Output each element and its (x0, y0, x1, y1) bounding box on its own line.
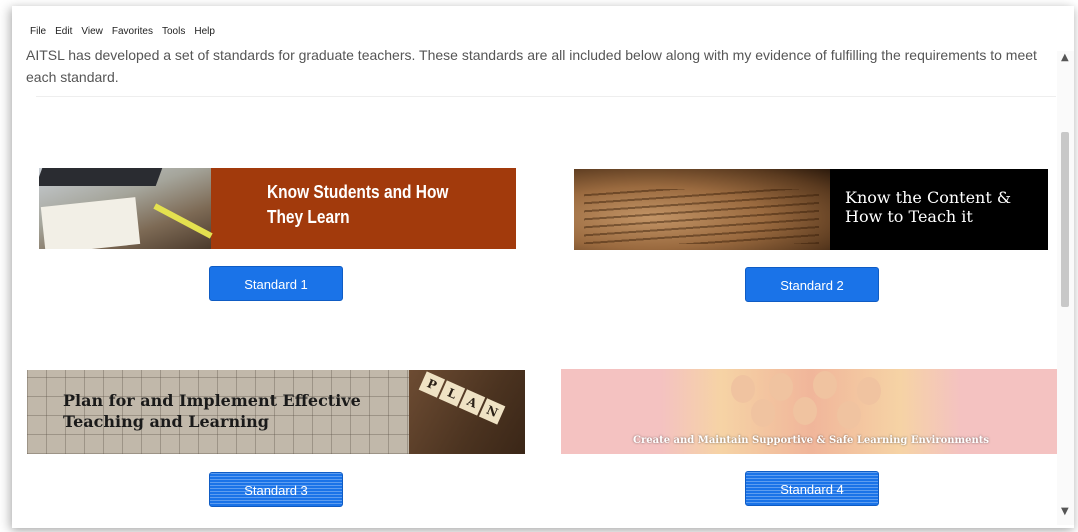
child-face (751, 399, 775, 427)
child-face (857, 377, 881, 405)
standard-1-button[interactable]: Standard 1 (209, 266, 343, 301)
chevron-up-icon[interactable]: ▲ (1061, 52, 1069, 63)
standard-2-button[interactable]: Standard 2 (745, 267, 879, 302)
child-face (793, 397, 817, 425)
banner-title: Know the Content & How to Teach it (845, 188, 1012, 226)
laptop-image (39, 168, 163, 186)
child-face (837, 401, 861, 429)
menu-bar: File Edit View Favorites Tools Help (30, 26, 215, 40)
child-face (731, 375, 755, 403)
banner-photo-desk (39, 168, 213, 249)
banner-standard-3: P L A N Plan for and Implement Effective… (27, 370, 525, 454)
banner-standard-4: Create and Maintain Supportive & Safe Le… (561, 369, 1061, 454)
child-face (769, 373, 793, 401)
intro-paragraph: AITSL has developed a set of standards f… (26, 47, 1037, 85)
scrollbar-thumb[interactable] (1061, 132, 1069, 307)
banner-title: Know Students and How They Learn (267, 182, 449, 227)
menu-help[interactable]: Help (194, 26, 215, 40)
banner-photo-book (574, 169, 830, 250)
paper-image (40, 197, 141, 249)
standard-3-button[interactable]: Standard 3 (209, 472, 343, 507)
child-face (813, 371, 837, 399)
banner-standard-1: Know Students and How They Learn (39, 168, 516, 249)
menu-file[interactable]: File (30, 26, 46, 40)
menu-tools[interactable]: Tools (162, 26, 185, 40)
banner-title: Plan for and Implement Effective Teachin… (63, 391, 361, 431)
chevron-down-icon[interactable]: ▼ (1061, 506, 1069, 517)
book-text-lines (584, 189, 819, 244)
menu-view[interactable]: View (81, 26, 103, 40)
banner-standard-2: Know the Content & How to Teach it (574, 169, 1048, 250)
standard-4-button[interactable]: Standard 4 (745, 471, 879, 506)
divider (36, 96, 1056, 97)
banner-title: Create and Maintain Supportive & Safe Le… (633, 435, 989, 446)
menu-edit[interactable]: Edit (55, 26, 72, 40)
menu-favorites[interactable]: Favorites (112, 26, 153, 40)
browser-window: File Edit View Favorites Tools Help AITS… (12, 6, 1074, 528)
highlighter-image (153, 203, 213, 239)
